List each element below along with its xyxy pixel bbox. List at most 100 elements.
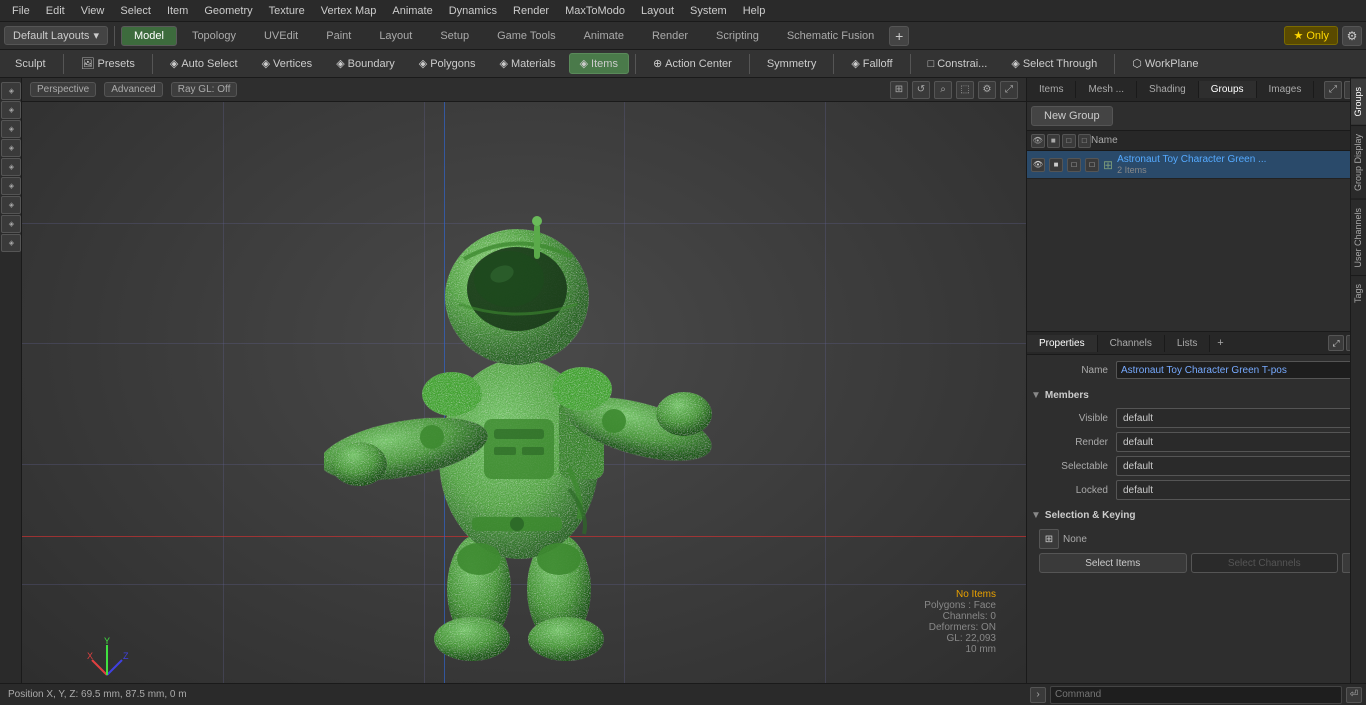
item-row-0[interactable]: 👁 ■ □ □ ⊞ Astronaut Toy Character Green … bbox=[1027, 151, 1366, 179]
command-input[interactable] bbox=[1050, 686, 1342, 704]
item-eye-0[interactable]: 👁 bbox=[1031, 158, 1045, 172]
tab-shading[interactable]: Shading bbox=[1137, 81, 1199, 98]
side-tab-user-channels[interactable]: User Channels bbox=[1351, 199, 1366, 276]
star-only-button[interactable]: ★ Only bbox=[1284, 26, 1338, 45]
tab-schematic-fusion[interactable]: Schematic Fusion bbox=[774, 26, 887, 46]
tab-animate[interactable]: Animate bbox=[571, 26, 637, 46]
menu-help[interactable]: Help bbox=[735, 3, 774, 19]
workplane-button[interactable]: ⬡ WorkPlane bbox=[1121, 53, 1209, 74]
items-button[interactable]: ◈ Items bbox=[569, 53, 629, 74]
prop-expand-icon-1[interactable]: ⤢ bbox=[1328, 335, 1344, 351]
command-run-button[interactable]: ⏎ bbox=[1346, 687, 1362, 703]
locked-dropdown[interactable]: default ▾ bbox=[1116, 480, 1362, 500]
menu-select[interactable]: Select bbox=[112, 3, 159, 19]
sel-keying-header[interactable]: ▼ Selection & Keying bbox=[1031, 505, 1362, 525]
tab-scripting[interactable]: Scripting bbox=[703, 26, 772, 46]
tab-images[interactable]: Images bbox=[1257, 81, 1315, 98]
menu-file[interactable]: File bbox=[4, 3, 38, 19]
select-items-button[interactable]: Select Items bbox=[1039, 553, 1187, 573]
tab-uvedit[interactable]: UVEdit bbox=[251, 26, 311, 46]
left-panel-item-4[interactable]: ◈ bbox=[1, 139, 21, 157]
menu-vertex-map[interactable]: Vertex Map bbox=[313, 3, 385, 19]
items-icon: ◈ bbox=[580, 57, 588, 70]
sculpt-button[interactable]: Sculpt bbox=[4, 54, 57, 74]
expand-icon-right[interactable]: ⤢ bbox=[1324, 81, 1342, 99]
left-panel-item-5[interactable]: ◈ bbox=[1, 158, 21, 176]
render-dropdown[interactable]: default ▾ bbox=[1116, 432, 1362, 452]
select-through-button[interactable]: ◈ Select Through bbox=[1000, 53, 1108, 74]
menu-render[interactable]: Render bbox=[505, 3, 557, 19]
viewport-icon-zoom[interactable]: ⌕ bbox=[934, 81, 952, 99]
selectable-dropdown[interactable]: default ▾ bbox=[1116, 456, 1362, 476]
menu-maxtomodo[interactable]: MaxToModo bbox=[557, 3, 633, 19]
members-section-header[interactable]: ▼ Members bbox=[1031, 385, 1362, 405]
constraints-button[interactable]: □ Constrai... bbox=[917, 54, 999, 74]
left-panel-item-7[interactable]: ◈ bbox=[1, 196, 21, 214]
advanced-tag[interactable]: Advanced bbox=[104, 82, 162, 97]
layout-dropdown[interactable]: Default Layouts ▾ bbox=[4, 26, 108, 45]
menu-item[interactable]: Item bbox=[159, 3, 196, 19]
symmetry-button[interactable]: Symmetry bbox=[756, 54, 828, 74]
presets-button[interactable]: 🖼 Presets bbox=[70, 53, 146, 74]
prop-tab-properties[interactable]: Properties bbox=[1027, 335, 1098, 352]
sel-grid-icon[interactable]: ⊞ bbox=[1039, 529, 1059, 549]
menu-system[interactable]: System bbox=[682, 3, 735, 19]
materials-button[interactable]: ◈ Materials bbox=[488, 53, 566, 74]
tab-groups[interactable]: Groups bbox=[1199, 81, 1257, 98]
left-panel-item-6[interactable]: ◈ bbox=[1, 177, 21, 195]
tab-render[interactable]: Render bbox=[639, 26, 701, 46]
menu-dynamics[interactable]: Dynamics bbox=[441, 3, 505, 19]
tab-paint[interactable]: Paint bbox=[313, 26, 364, 46]
viewport-icon-frame[interactable]: ⬚ bbox=[956, 81, 974, 99]
command-expand-button[interactable]: › bbox=[1030, 687, 1046, 703]
side-tab-groups[interactable]: Groups bbox=[1351, 78, 1366, 125]
item-render-0[interactable]: ■ bbox=[1049, 158, 1063, 172]
add-workspace-button[interactable]: + bbox=[889, 26, 909, 46]
tab-layout[interactable]: Layout bbox=[366, 26, 425, 46]
prop-tab-add[interactable]: + bbox=[1210, 332, 1230, 354]
tab-topology[interactable]: Topology bbox=[179, 26, 249, 46]
viewport-icon-rotate[interactable]: ↺ bbox=[912, 81, 930, 99]
left-panel-item-1[interactable]: ◈ bbox=[1, 82, 21, 100]
item-lock-0[interactable]: □ bbox=[1067, 158, 1081, 172]
menu-edit[interactable]: Edit bbox=[38, 3, 73, 19]
viewport-canvas[interactable]: No Items Polygons : Face Channels: 0 Def… bbox=[22, 102, 1026, 705]
new-group-button[interactable]: New Group bbox=[1031, 106, 1113, 126]
polygons-button[interactable]: ◈ Polygons bbox=[408, 53, 487, 74]
tab-model[interactable]: Model bbox=[121, 26, 177, 46]
viewport-icon-expand[interactable]: ⤢ bbox=[1000, 81, 1018, 99]
left-panel-item-3[interactable]: ◈ bbox=[1, 120, 21, 138]
action-center-button[interactable]: ⊕ Action Center bbox=[642, 53, 743, 74]
menu-view[interactable]: View bbox=[73, 3, 113, 19]
menu-layout[interactable]: Layout bbox=[633, 3, 682, 19]
menu-animate[interactable]: Animate bbox=[384, 3, 440, 19]
side-tab-group-display[interactable]: Group Display bbox=[1351, 125, 1366, 199]
vertices-button[interactable]: ◈ Vertices bbox=[251, 53, 324, 74]
tab-items[interactable]: Items bbox=[1027, 81, 1076, 98]
side-tab-tags[interactable]: Tags bbox=[1351, 275, 1366, 311]
tab-mesh[interactable]: Mesh ... bbox=[1076, 81, 1137, 98]
left-panel-item-9[interactable]: ◈ bbox=[1, 234, 21, 252]
ray-gl-tag[interactable]: Ray GL: Off bbox=[171, 82, 238, 97]
name-input-field[interactable] bbox=[1116, 361, 1362, 379]
settings-icon[interactable]: ⚙ bbox=[1342, 26, 1362, 46]
falloff-button[interactable]: ◈ Falloff bbox=[840, 53, 903, 74]
item-extra-0[interactable]: □ bbox=[1085, 158, 1099, 172]
select-channels-button[interactable]: Select Channels bbox=[1191, 553, 1339, 573]
prop-tab-channels[interactable]: Channels bbox=[1098, 335, 1165, 352]
tools-divider-6 bbox=[910, 54, 911, 74]
properties-tabs: Properties Channels Lists + ⤢ ⤡ bbox=[1027, 331, 1366, 355]
left-panel-item-2[interactable]: ◈ bbox=[1, 101, 21, 119]
left-panel-item-8[interactable]: ◈ bbox=[1, 215, 21, 233]
viewport-icon-grid[interactable]: ⊞ bbox=[890, 81, 908, 99]
boundary-button[interactable]: ◈ Boundary bbox=[325, 53, 406, 74]
auto-select-button[interactable]: ◈ Auto Select bbox=[159, 53, 249, 74]
menu-geometry[interactable]: Geometry bbox=[196, 3, 260, 19]
viewport-icon-settings[interactable]: ⚙ bbox=[978, 81, 996, 99]
tab-setup[interactable]: Setup bbox=[427, 26, 482, 46]
menu-texture[interactable]: Texture bbox=[261, 3, 313, 19]
perspective-tag[interactable]: Perspective bbox=[30, 82, 96, 97]
prop-tab-lists[interactable]: Lists bbox=[1165, 335, 1211, 352]
tab-game-tools[interactable]: Game Tools bbox=[484, 26, 569, 46]
visible-dropdown[interactable]: default ▾ bbox=[1116, 408, 1362, 428]
